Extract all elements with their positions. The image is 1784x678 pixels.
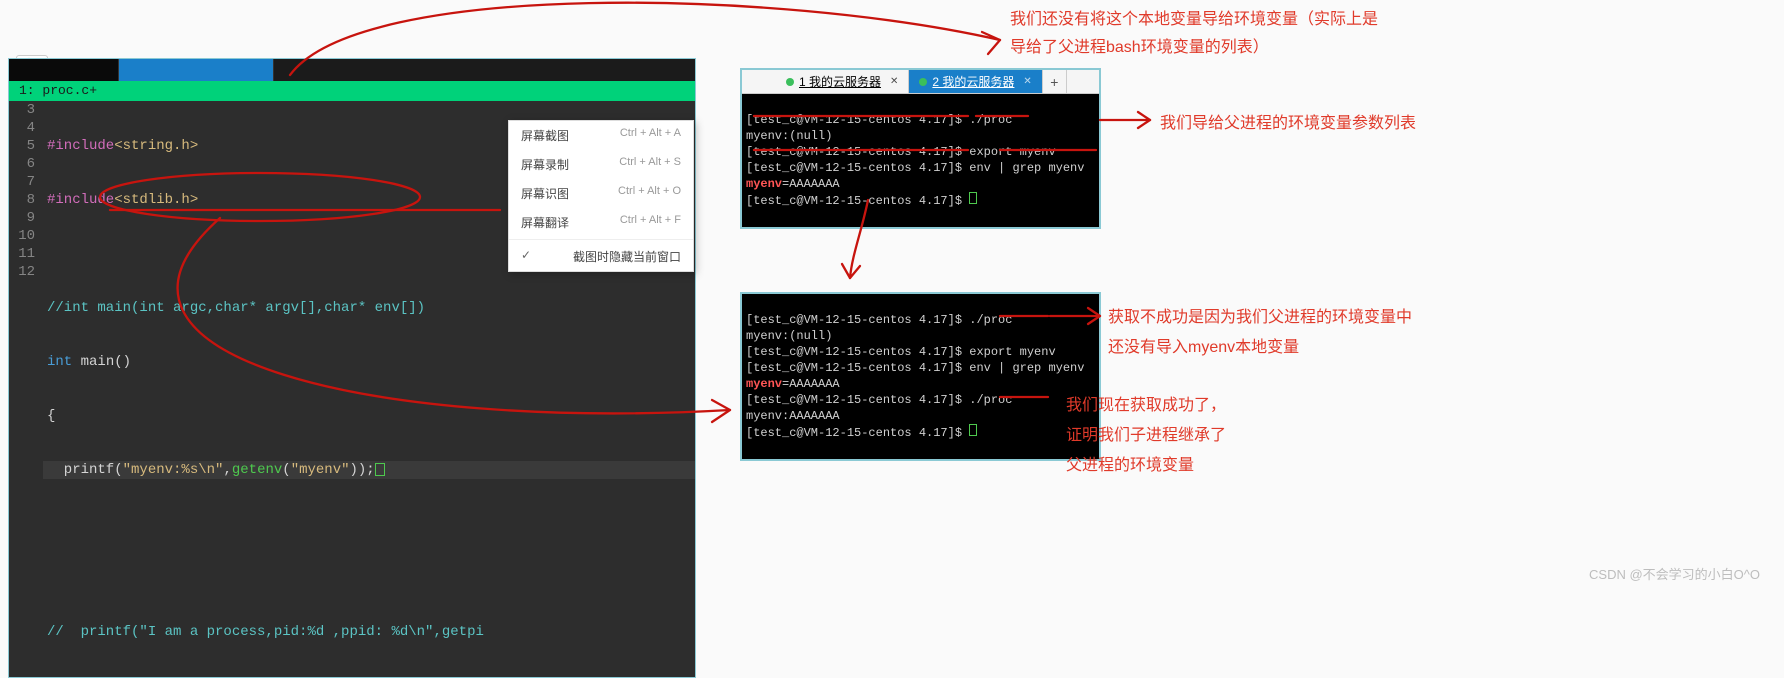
file-tab[interactable]: 1: proc.c+ [9,81,695,101]
annotation-1a: 我们还没有将这个本地变量导给环境变量（实际上是 [1010,8,1378,32]
ctx-item-recognize[interactable]: 屏幕识图Ctrl + Alt + O [509,179,693,208]
terminal-tab-2[interactable]: 2 我的云服务器✕ [909,70,1042,93]
ctx-item-record[interactable]: 屏幕录制Ctrl + Alt + S [509,150,693,179]
code-comment-2: // printf("I am a process,pid:%d ,ppid: … [47,624,484,640]
cursor [375,463,385,476]
new-tab-button[interactable]: + [1043,70,1067,93]
ctx-item-screenshot[interactable]: 屏幕截图Ctrl + Alt + A [509,121,693,150]
context-menu: 屏幕截图Ctrl + Alt + A 屏幕录制Ctrl + Alt + S 屏幕… [508,120,694,272]
annotation-4a: 我们现在获取成功了， [1066,394,1226,418]
line-gutter: 3456789101112 [9,101,43,677]
terminal-bottom: [test_c@VM-12-15-centos 4.17]$ ./proc my… [740,292,1101,461]
annotation-4b: 证明我们子进程继承了 [1066,424,1226,448]
editor-blue-tab[interactable] [119,59,274,81]
terminal-output-bottom[interactable]: [test_c@VM-12-15-centos 4.17]$ ./proc my… [742,294,1099,459]
close-icon[interactable]: ✕ [1023,76,1031,87]
terminal-cursor [969,192,977,204]
annotation-2: 我们导给父进程的环境变量参数列表 [1160,112,1416,136]
ctx-item-hidewindow[interactable]: 截图时隐藏当前窗口 [509,242,693,271]
ctx-item-translate[interactable]: 屏幕翻译Ctrl + Alt + F [509,208,693,237]
close-icon[interactable]: ✕ [890,76,898,87]
annotation-4c: 父进程的环境变量 [1066,454,1194,478]
terminal-tab-1[interactable]: 1 我的云服务器✕ [776,70,909,93]
watermark: CSDN @不会学习的小白O^O [1589,564,1760,583]
annotation-1b: 导给了父进程bash环境变量的列表） [1010,36,1269,60]
terminal-tabbar: 1 我的云服务器✕ 2 我的云服务器✕ + [742,70,1099,94]
terminal-cursor [969,424,977,436]
annotation-3b: 还没有导入myenv本地变量 [1108,336,1299,360]
editor-dark-tab[interactable] [9,59,119,81]
editor-window-tabs [9,59,695,81]
terminal-output-top[interactable]: [test_c@VM-12-15-centos 4.17]$ ./proc my… [742,94,1099,227]
terminal-top: 1 我的云服务器✕ 2 我的云服务器✕ + [test_c@VM-12-15-c… [740,68,1101,229]
code-comment: //int main(int argc,char* argv[],char* e… [47,300,425,316]
annotation-3a: 获取不成功是因为我们父进程的环境变量中 [1108,306,1412,330]
